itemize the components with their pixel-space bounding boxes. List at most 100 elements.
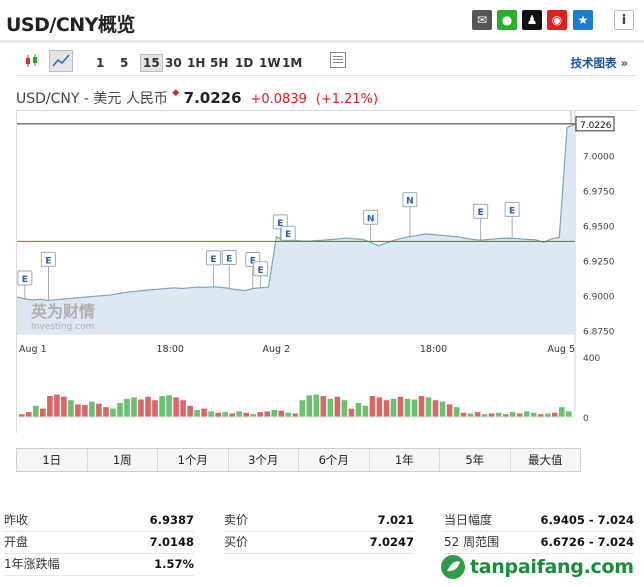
range-tab[interactable]: 1年 <box>370 449 440 471</box>
volume-bar <box>425 397 432 417</box>
y-tick-label: 6.9750 <box>583 188 615 198</box>
interval-5[interactable]: 5 <box>120 55 128 71</box>
volume-bar <box>348 408 355 417</box>
range-tab[interactable]: 3个月 <box>229 449 299 471</box>
stat-value: 1.57% <box>154 557 194 571</box>
volume-bar <box>131 397 137 417</box>
interval-30[interactable]: 30 <box>165 55 182 71</box>
y-tick-label: 6.9250 <box>583 258 615 268</box>
pair-name: USD/CNY - 美元 人民币 <box>16 91 168 107</box>
interval-1[interactable]: 1 <box>96 55 104 71</box>
volume-bar <box>124 398 130 417</box>
stat-label: 开盘 <box>4 535 29 549</box>
calendar-icon[interactable] <box>330 52 346 68</box>
volume-bar <box>40 408 46 417</box>
svg-text:Investing.com: Investing.com <box>31 322 94 332</box>
price-area <box>17 123 575 335</box>
volume-bar <box>369 396 376 417</box>
volume-bar <box>285 412 292 417</box>
event-marker[interactable]: E <box>205 250 221 287</box>
range-tabs: 1日 1周 1个月 3个月 6个月 1年 5年 最大值 <box>16 448 581 472</box>
email-icon[interactable]: ✉ <box>472 10 492 30</box>
range-tab[interactable]: 5年 <box>440 449 511 471</box>
interval-1w[interactable]: 1W <box>259 55 281 71</box>
volume-bar <box>495 412 502 417</box>
info-icon[interactable]: i <box>614 10 634 30</box>
stat-value: 6.9387 <box>149 513 194 527</box>
interval-15[interactable]: 15 <box>140 54 163 72</box>
tanpaifang-watermark: tanpaifang.com <box>440 553 640 581</box>
qq-icon[interactable]: ♟ <box>522 10 542 30</box>
weibo-icon[interactable]: ◉ <box>547 10 567 30</box>
stat-value: 7.0247 <box>369 535 414 549</box>
line-chart-button[interactable] <box>49 50 73 72</box>
candlestick-icon[interactable] <box>24 53 40 69</box>
interval-1m[interactable]: 1M <box>282 55 302 71</box>
range-tab[interactable]: 1日 <box>17 449 88 471</box>
interval-1d[interactable]: 1D <box>235 55 253 71</box>
interval-5h[interactable]: 5H <box>210 55 228 71</box>
event-marker[interactable]: N <box>363 209 379 243</box>
range-tab[interactable]: 最大值 <box>511 449 581 471</box>
volume-bar <box>110 408 116 417</box>
diamond-icon: ◆ <box>172 88 180 98</box>
volume-bar <box>397 396 404 417</box>
volume-bar <box>334 396 341 417</box>
interval-1h[interactable]: 1H <box>187 55 205 71</box>
range-tab[interactable]: 1周 <box>88 449 158 471</box>
svg-text:N: N <box>406 197 414 207</box>
volume-bar <box>75 404 81 417</box>
volume-bar <box>89 401 95 417</box>
volume-bar <box>229 413 235 417</box>
x-tick-label: Aug 1 <box>19 344 47 355</box>
qzone-icon[interactable]: ★ <box>573 10 593 30</box>
volume-bar <box>341 400 348 417</box>
event-marker[interactable]: E <box>253 261 269 288</box>
volume-bar <box>362 405 369 417</box>
event-marker[interactable]: E <box>221 250 237 289</box>
event-marker[interactable]: E <box>280 225 296 241</box>
svg-text:E: E <box>285 230 291 240</box>
volume-bar <box>173 397 179 417</box>
range-tab[interactable]: 1个月 <box>158 449 229 471</box>
range-tab[interactable]: 6个月 <box>299 449 370 471</box>
volume-bar <box>292 413 299 417</box>
volume-bar <box>257 412 263 417</box>
event-marker[interactable]: E <box>17 270 33 299</box>
volume-tick-label: 400 <box>583 354 600 364</box>
y-tick-label: 6.9500 <box>583 223 615 233</box>
page-title: USD/CNY概览 <box>6 14 135 36</box>
volume-bar <box>145 396 151 417</box>
event-marker[interactable]: E <box>473 203 489 241</box>
volume-bar <box>96 403 102 417</box>
volume-bar <box>552 412 558 417</box>
volume-bar <box>320 396 327 417</box>
volume-bar <box>152 400 158 417</box>
stat-divider <box>4 575 194 576</box>
chart-area[interactable]: 7.0226 7.0000 6.9750 6.9500 6.9250 6.9000 6.87… <box>16 89 637 433</box>
stat-row: 52 周范围 6.6726 - 7.024 <box>444 532 634 552</box>
stat-label: 当日幅度 <box>444 513 493 527</box>
leaf-logo-icon <box>441 555 465 579</box>
tech-chart-link[interactable]: 技术图表 » <box>571 55 628 71</box>
volume-bar <box>418 396 425 417</box>
volume-bar <box>544 413 551 417</box>
volume-bar <box>236 411 242 417</box>
stat-row: 当日幅度 6.9405 - 7.024 <box>444 510 634 530</box>
volume-bar <box>215 412 221 417</box>
volume-bar <box>278 410 285 417</box>
volume-bar <box>264 411 270 417</box>
volume-bar <box>180 400 186 417</box>
stat-label: 52 周范围 <box>444 535 500 549</box>
wechat-icon[interactable]: ● <box>497 10 517 30</box>
x-tick-label: 18:00 <box>157 344 184 355</box>
price-chart[interactable]: 7.0226 7.0000 6.9750 6.9500 6.9250 6.9000 6.87… <box>16 89 637 433</box>
event-marker[interactable]: N <box>402 192 418 237</box>
y-tick-label: 6.8750 <box>583 328 615 338</box>
volume-bar <box>61 396 67 417</box>
volume-bar <box>187 405 193 417</box>
volume-bar <box>439 401 446 417</box>
event-marker[interactable]: E <box>504 201 520 239</box>
event-marker[interactable]: E <box>40 251 56 301</box>
volume-bar <box>117 403 123 417</box>
